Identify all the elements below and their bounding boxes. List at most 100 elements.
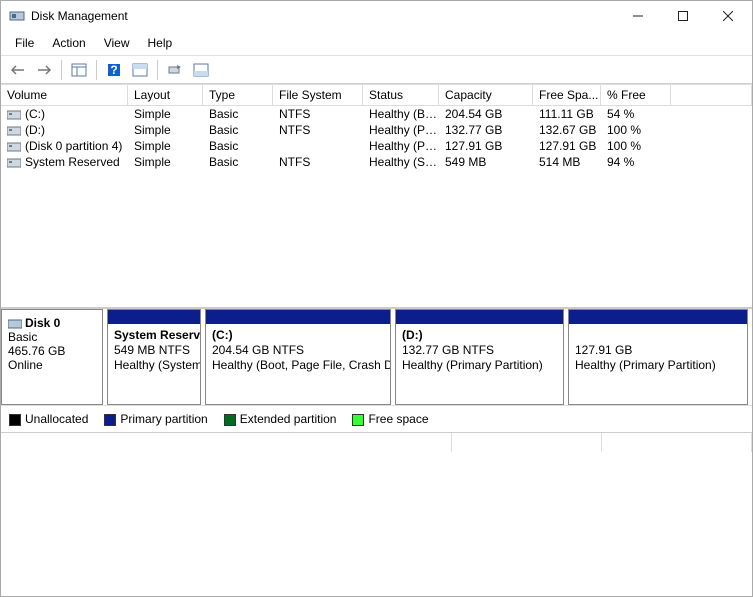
volume-pct: 54 %	[601, 106, 671, 122]
volume-pct: 94 %	[601, 154, 671, 170]
volume-status: Healthy (B…	[363, 106, 439, 122]
legend-free: Free space	[352, 412, 432, 426]
partition-title: (D:)	[402, 328, 557, 343]
view-bottom-button[interactable]	[190, 59, 212, 81]
volume-list-header: Volume Layout Type File System Status Ca…	[1, 84, 752, 106]
partition[interactable]: System Reserv549 MB NTFSHealthy (System	[107, 309, 201, 405]
col-volume[interactable]: Volume	[1, 85, 128, 105]
partition-color-bar	[569, 310, 747, 324]
volume-type: Basic	[203, 106, 273, 122]
volume-fs	[273, 138, 363, 154]
volume-pct: 100 %	[601, 138, 671, 154]
close-button[interactable]	[705, 2, 750, 31]
volume-capacity: 204.54 GB	[439, 106, 533, 122]
drive-icon	[7, 110, 21, 120]
volume-status: Healthy (S…	[363, 154, 439, 170]
menu-bar: File Action View Help	[1, 31, 752, 56]
volume-type: Basic	[203, 154, 273, 170]
col-type[interactable]: Type	[203, 85, 273, 105]
volume-fs: NTFS	[273, 106, 363, 122]
volume-list: Volume Layout Type File System Status Ca…	[1, 84, 752, 309]
volume-row[interactable]: (Disk 0 partition 4) SimpleBasic Healthy (…	[1, 138, 752, 154]
swatch-extended	[224, 414, 236, 426]
partition-size: 127.91 GB	[575, 343, 741, 358]
col-layout[interactable]: Layout	[128, 85, 203, 105]
swatch-primary	[104, 414, 116, 426]
title-bar: Disk Management	[1, 1, 752, 31]
show-hide-tree-button[interactable]	[68, 59, 90, 81]
partition[interactable]: 127.91 GBHealthy (Primary Partition)	[568, 309, 748, 405]
volume-free: 514 MB	[533, 154, 601, 170]
col-capacity[interactable]: Capacity	[439, 85, 533, 105]
partition-color-bar	[108, 310, 200, 324]
disk-info[interactable]: Disk 0 Basic 465.76 GB Online	[1, 309, 103, 405]
disk-name: Disk 0	[25, 316, 60, 330]
legend-unallocated: Unallocated	[9, 412, 92, 426]
volume-capacity: 132.77 GB	[439, 122, 533, 138]
maximize-button[interactable]	[660, 2, 705, 31]
window-title: Disk Management	[31, 9, 615, 23]
col-spacer	[671, 85, 752, 105]
disk-graphical-view: Disk 0 Basic 465.76 GB Online System Res…	[1, 309, 752, 405]
toolbar-separator	[61, 60, 62, 80]
volume-row[interactable]: (D:)SimpleBasicNTFSHealthy (P…132.77 GB1…	[1, 122, 752, 138]
legend-primary: Primary partition	[104, 412, 211, 426]
col-status[interactable]: Status	[363, 85, 439, 105]
volume-capacity: 549 MB	[439, 154, 533, 170]
volume-name: System Reserved	[25, 155, 120, 169]
forward-button[interactable]	[33, 59, 55, 81]
partition[interactable]: (D:)132.77 GB NTFSHealthy (Primary Parti…	[395, 309, 564, 405]
volume-row[interactable]: System Reserved SimpleBasicNTFSHealthy (S…	[1, 154, 752, 170]
drive-icon	[7, 142, 21, 152]
partition-status: Healthy (Primary Partition)	[402, 358, 557, 373]
partition-status: Healthy (Primary Partition)	[575, 358, 741, 373]
volume-status: Healthy (P…	[363, 122, 439, 138]
minimize-button[interactable]	[615, 2, 660, 31]
help-button[interactable]: ?	[103, 59, 125, 81]
partition-size: 549 MB NTFS	[114, 343, 194, 358]
swatch-unallocated	[9, 414, 21, 426]
menu-file[interactable]: File	[7, 34, 42, 52]
legend: Unallocated Primary partition Extended p…	[1, 405, 752, 432]
disk-type: Basic	[8, 330, 96, 344]
menu-help[interactable]: Help	[140, 34, 181, 52]
disk-size: 465.76 GB	[8, 344, 96, 358]
drive-icon	[7, 126, 21, 136]
partition[interactable]: (C:)204.54 GB NTFSHealthy (Boot, Page Fi…	[205, 309, 391, 405]
volume-type: Basic	[203, 138, 273, 154]
partition-color-bar	[206, 310, 390, 324]
menu-action[interactable]: Action	[44, 34, 93, 52]
volume-row[interactable]: (C:) SimpleBasicNTFSHealthy (B…204.54 GB1…	[1, 106, 752, 122]
refresh-button[interactable]	[164, 59, 186, 81]
legend-extended: Extended partition	[224, 412, 341, 426]
volume-free: 132.67 GB	[533, 122, 601, 138]
volume-layout: Simple	[128, 138, 203, 154]
back-button[interactable]	[7, 59, 29, 81]
partition-color-bar	[396, 310, 563, 324]
volume-layout: Simple	[128, 122, 203, 138]
volume-pct: 100 %	[601, 122, 671, 138]
volume-layout: Simple	[128, 154, 203, 170]
toolbar-separator	[157, 60, 158, 80]
volume-type: Basic	[203, 122, 273, 138]
volume-fs: NTFS	[273, 154, 363, 170]
drive-icon	[7, 158, 21, 168]
swatch-free	[352, 414, 364, 426]
col-pctfree[interactable]: % Free	[601, 85, 671, 105]
partition-status: Healthy (Boot, Page File, Crash D	[212, 358, 384, 373]
toolbar: ?	[1, 56, 752, 84]
volume-name: (C:)	[25, 107, 45, 121]
partition-size: 204.54 GB NTFS	[212, 343, 384, 358]
partition-title: System Reserv	[114, 328, 194, 343]
volume-status: Healthy (P…	[363, 138, 439, 154]
volume-free: 111.11 GB	[533, 106, 601, 122]
volume-fs: NTFS	[273, 122, 363, 138]
app-icon	[9, 8, 25, 24]
view-top-button[interactable]	[129, 59, 151, 81]
volume-name: (Disk 0 partition 4)	[25, 139, 122, 153]
disk-state: Online	[8, 358, 96, 372]
volume-layout: Simple	[128, 106, 203, 122]
col-filesystem[interactable]: File System	[273, 85, 363, 105]
col-freespace[interactable]: Free Spa...	[533, 85, 601, 105]
menu-view[interactable]: View	[96, 34, 138, 52]
